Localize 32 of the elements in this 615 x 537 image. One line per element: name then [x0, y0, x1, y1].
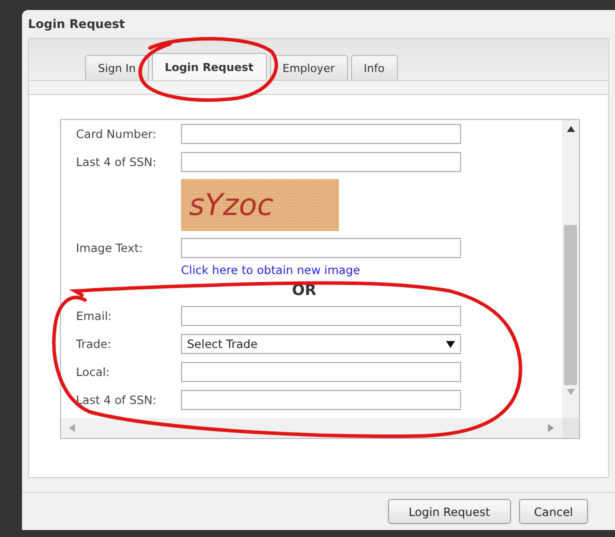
text-field[interactable] — [181, 362, 461, 382]
or-separator: OR — [292, 281, 316, 299]
text-field[interactable] — [181, 306, 461, 326]
scroll-right-icon[interactable] — [548, 424, 554, 432]
trade-dropdown[interactable]: Select Trade — [181, 334, 461, 354]
caret-icon — [446, 340, 455, 348]
field-label: Last 4 of SSN: — [76, 155, 158, 169]
scroll-up-icon[interactable] — [566, 126, 574, 132]
text-field[interactable] — [181, 152, 461, 172]
tab[interactable]: Info — [350, 55, 398, 80]
tab[interactable]: Login Request — [152, 53, 266, 80]
tab[interactable]: Employer — [270, 55, 348, 80]
text-field[interactable] — [181, 124, 461, 144]
new-image-link[interactable]: Click here to obtain new image — [181, 263, 360, 277]
text-field[interactable] — [181, 390, 461, 410]
field-label: Last 4 of SSN: — [76, 393, 158, 407]
scroll-down-icon[interactable] — [566, 389, 574, 395]
captcha-image: sYzoc — [181, 179, 339, 231]
field-label: Card Number: — [76, 127, 158, 141]
scroll-left-icon[interactable] — [69, 424, 75, 432]
scroll-corner — [562, 418, 579, 438]
text-field[interactable] — [181, 238, 461, 258]
login-request-button[interactable]: Login Request — [388, 499, 512, 524]
window-title: Login Request — [27, 16, 126, 33]
tab[interactable]: Sign In — [85, 55, 149, 80]
field-label: Local: — [76, 365, 111, 379]
field-label: Email: — [76, 309, 113, 323]
field-label: Image Text: — [76, 241, 144, 255]
cancel-button[interactable]: Cancel — [519, 499, 588, 524]
vertical-scrollbar[interactable] — [562, 120, 579, 418]
scroll-thumb[interactable] — [564, 225, 577, 385]
field-label: Trade: — [76, 337, 112, 351]
